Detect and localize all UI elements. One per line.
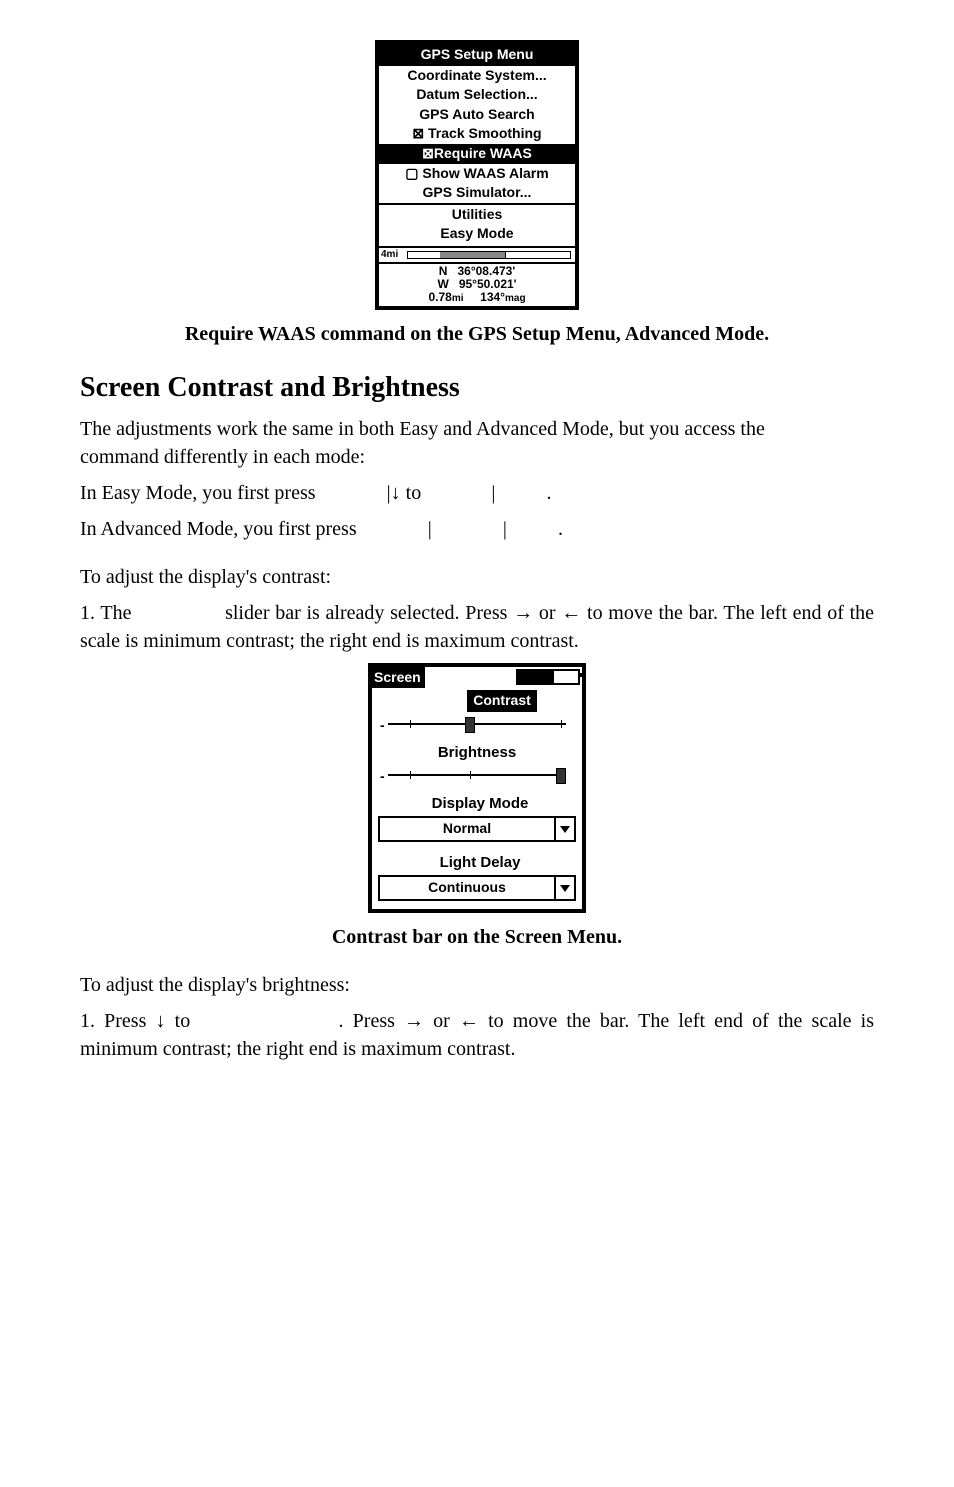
distance-scale: 4mi <box>379 246 575 262</box>
dist-value: 0.78 <box>428 290 451 304</box>
brightness-slider-thumb <box>556 768 566 784</box>
brightness-step: 1. Press ↓ to BRIGHTNESS . Press → or ← … <box>80 1007 874 1063</box>
scale-label: 4mi <box>381 248 398 262</box>
contrast-step: 1. The Contrast slider bar is already se… <box>80 599 874 655</box>
easy-text-b: |↓ to <box>387 482 427 504</box>
brightness-step-a: 1. Press ↓ to <box>80 1010 199 1032</box>
section-heading: Screen Contrast and Brightness <box>80 368 874 407</box>
gps-setup-menu-figure: GPS Setup Menu Coordinate System... Datu… <box>375 40 579 310</box>
contrast-label-selected: Contrast <box>467 690 537 712</box>
menu-item-simulator: GPS Simulator... <box>379 183 575 203</box>
battery-icon <box>516 669 580 685</box>
light-delay-dropdown: Continuous <box>378 875 576 901</box>
menu-item-show-waas-alarm: ▢ Show WAAS Alarm <box>379 164 575 184</box>
light-delay-value: Continuous <box>380 878 554 898</box>
dropdown-arrow-icon <box>554 818 574 840</box>
adv-text-b: | <box>428 518 432 540</box>
lat-label: N <box>439 264 448 278</box>
advanced-mode-line: In Advanced Mode, you first press MENU |… <box>80 515 874 543</box>
intro-paragraph: The adjustments work the same in both Ea… <box>80 415 874 471</box>
brightness-label: Brightness <box>372 742 582 763</box>
bearing-unit: mag <box>505 293 526 304</box>
contrast-intro: To adjust the display's contrast: <box>80 563 874 591</box>
display-mode-label: Display Mode <box>378 793 582 814</box>
lon-value: 95°50.021' <box>459 277 517 291</box>
light-delay-label: Light Delay <box>378 852 582 873</box>
lat-value: 36°08.473' <box>457 264 515 278</box>
dist-unit: mi <box>452 293 464 304</box>
adv-text-a: In Advanced Mode, you first press <box>80 518 362 540</box>
lon-label: W <box>437 277 448 291</box>
adv-text-d: . <box>558 518 563 540</box>
track-smoothing-label: Track Smoothing <box>428 125 542 141</box>
dropdown-arrow-icon <box>554 877 574 899</box>
easy-text-d: . <box>546 482 551 504</box>
require-waas-label: Require WAAS <box>434 145 532 161</box>
menu-item-datum: Datum Selection... <box>379 85 575 105</box>
contrast-step-b: slider bar is already selected. Press → … <box>80 602 874 652</box>
coordinates-panel: N 36°08.473' W 95°50.021' 0.78mi 134°mag <box>379 262 575 306</box>
display-mode-dropdown: Normal <box>378 816 576 842</box>
contrast-step-a: 1. The <box>80 602 137 624</box>
easy-text-a: In Easy Mode, you first press <box>80 482 321 504</box>
intro-text-a: The adjustments work the same in both Ea… <box>80 418 770 440</box>
menu-item-auto-search: GPS Auto Search <box>379 105 575 125</box>
bearing-value: 134° <box>480 290 505 304</box>
menu-item-coordinate-system: Coordinate System... <box>379 66 575 86</box>
easy-text-c: | <box>491 482 495 504</box>
intro-text-b: command differently in each mode: <box>80 446 365 468</box>
menu-item-track-smoothing: ⊠ Track Smoothing <box>379 124 575 144</box>
adv-text-c: | <box>503 518 507 540</box>
menu-item-easy-mode: Easy Mode <box>379 224 575 246</box>
easy-mode-line: In Easy Mode, you first press MENU |↓ to… <box>80 479 874 507</box>
figure1-caption: Require WAAS command on the GPS Setup Me… <box>80 320 874 348</box>
show-waas-alarm-label: Show WAAS Alarm <box>422 165 548 181</box>
menu-item-utilities: Utilities <box>379 203 575 225</box>
menu-item-require-waas-selected: ⊠Require WAAS <box>379 144 575 164</box>
brightness-intro: To adjust the display's brightness: <box>80 971 874 999</box>
display-mode-value: Normal <box>380 819 554 839</box>
screen-title: Screen <box>372 667 425 689</box>
contrast-slider: - <box>380 716 574 732</box>
screen-menu-figure: Screen Contrast - Brightness - Display M… <box>368 663 586 913</box>
brightness-slider: - <box>380 767 574 783</box>
menu-title: GPS Setup Menu <box>379 44 575 66</box>
contrast-slider-thumb <box>465 717 475 733</box>
figure2-caption: Contrast bar on the Screen Menu. <box>80 923 874 951</box>
